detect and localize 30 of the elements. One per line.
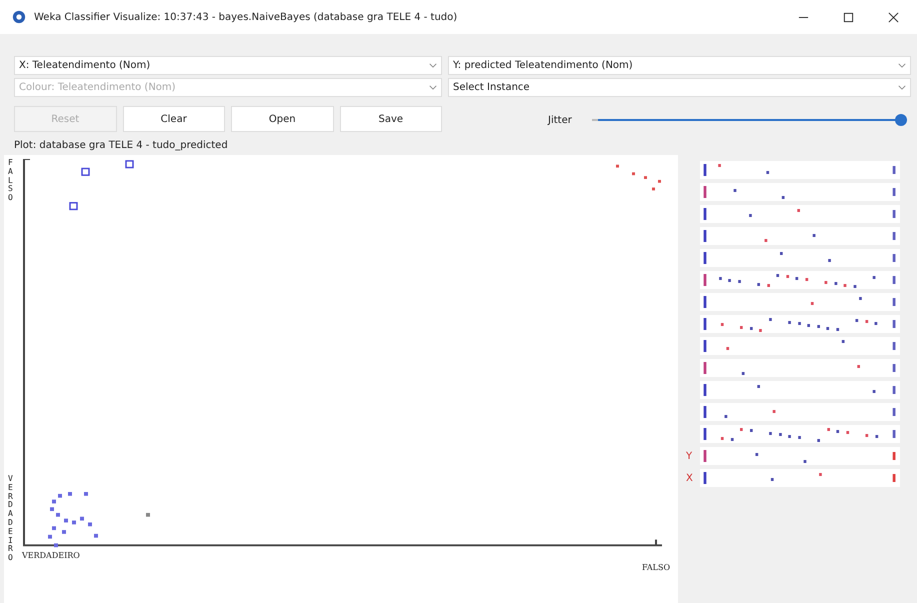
toolbar-button[interactable]: Save <box>340 106 442 132</box>
y-marker: Y <box>686 450 694 462</box>
dropdown[interactable]: Select Instance <box>448 78 911 97</box>
jitter-label: Jitter <box>548 114 573 126</box>
y-axis-label: VERDADEIRO <box>8 475 14 563</box>
attribute-strip[interactable] <box>700 447 900 465</box>
toolbar-button[interactable]: Clear <box>122 106 225 132</box>
app-icon <box>12 10 26 24</box>
attribute-strip[interactable] <box>700 271 900 289</box>
x-axis-label: FALSO <box>642 563 670 572</box>
chevron-icon <box>898 85 906 90</box>
close-icon[interactable] <box>888 12 899 22</box>
x-axis-label: VERDADEIRO <box>22 551 80 562</box>
attribute-strip[interactable] <box>700 293 900 311</box>
chevron-icon <box>429 85 437 90</box>
window-title: Weka Classifier Visualize: 10:37:43 - bayes.NaiveBayes (database gra TELE 4 - tudo) <box>34 12 458 22</box>
plot-title: Plot: database gra TELE 4 - tudo_predicted <box>14 140 229 151</box>
chevron-icon <box>898 63 906 68</box>
maximize-icon[interactable] <box>843 12 854 22</box>
attribute-strip[interactable] <box>700 183 900 201</box>
y-axis-label: FALSO <box>8 159 14 203</box>
attribute-strip[interactable] <box>700 425 900 443</box>
chevron-icon <box>429 63 437 68</box>
attribute-strip[interactable] <box>700 249 900 267</box>
dropdown[interactable]: X: Teleatendimento (Nom) <box>14 56 442 75</box>
x-marker: X <box>686 472 694 484</box>
attribute-strip[interactable] <box>700 205 900 223</box>
attribute-strip[interactable] <box>700 315 900 333</box>
toolbar-button[interactable]: Open <box>231 106 334 132</box>
dropdown[interactable]: Y: predicted Teleatendimento (Nom) <box>448 56 911 75</box>
